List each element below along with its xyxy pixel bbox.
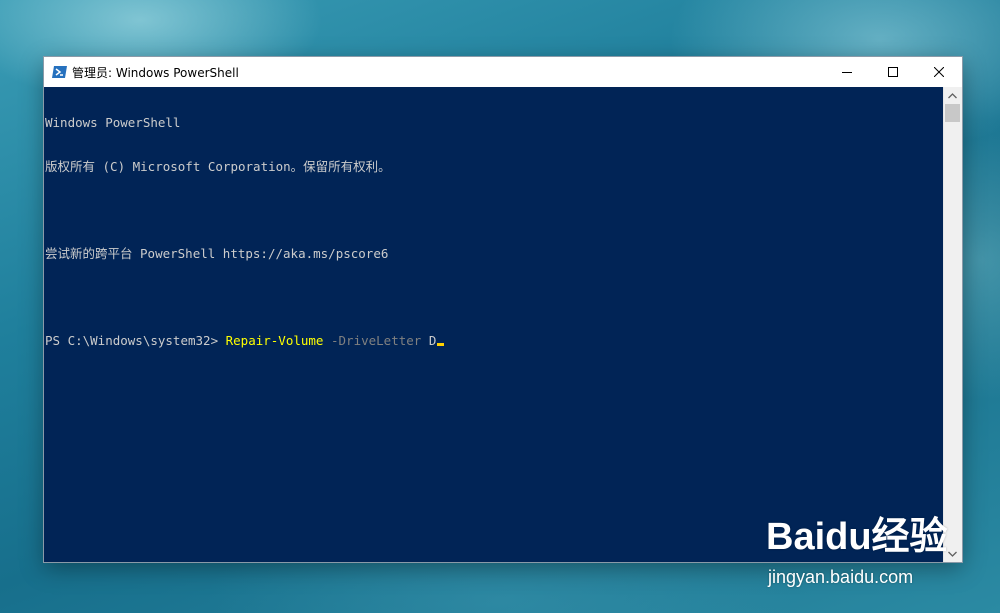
console-output[interactable]: Windows PowerShell 版权所有 (C) Microsoft Co… [44,87,944,562]
close-icon [934,67,944,77]
text-cursor [437,342,445,346]
baidu-watermark: Baidu经验 jingyan.baidu.com [766,505,956,595]
console-line-copyright: 版权所有 (C) Microsoft Corporation。保留所有权利。 [45,158,391,174]
parameter-text: -DriveLetter [323,332,422,348]
console-line-prompt[interactable]: PS C:\Windows\system32> Repair-Volume -D… [44,332,944,349]
argument-text: D [421,332,437,348]
title-bar[interactable]: 管理员: Windows PowerShell [44,57,962,87]
prompt-text: PS C:\Windows\system32> [45,332,226,348]
powershell-icon[interactable] [52,64,68,80]
console-line-pscore: 尝试新的跨平台 PowerShell https://aka.ms/pscore… [45,245,389,261]
baidu-logo: Baidu经验 [766,516,948,558]
chevron-up-icon [948,92,957,98]
minimize-icon [842,72,852,73]
command-text: Repair-Volume [225,332,324,348]
console-line-header: Windows PowerShell [45,115,181,130]
scroll-thumb[interactable] [945,104,960,122]
minimize-button[interactable] [824,57,870,87]
maximize-button[interactable] [870,57,916,87]
maximize-icon [888,67,898,77]
window-title: 管理员: Windows PowerShell [72,65,239,80]
caption-buttons [824,57,962,87]
watermark-url: jingyan.baidu.com [768,567,914,587]
vertical-scrollbar[interactable] [943,87,962,562]
powershell-window: 管理员: Windows PowerShell Windows PowerShe… [44,57,962,562]
scroll-up-button[interactable] [944,87,961,104]
close-button[interactable] [916,57,962,87]
